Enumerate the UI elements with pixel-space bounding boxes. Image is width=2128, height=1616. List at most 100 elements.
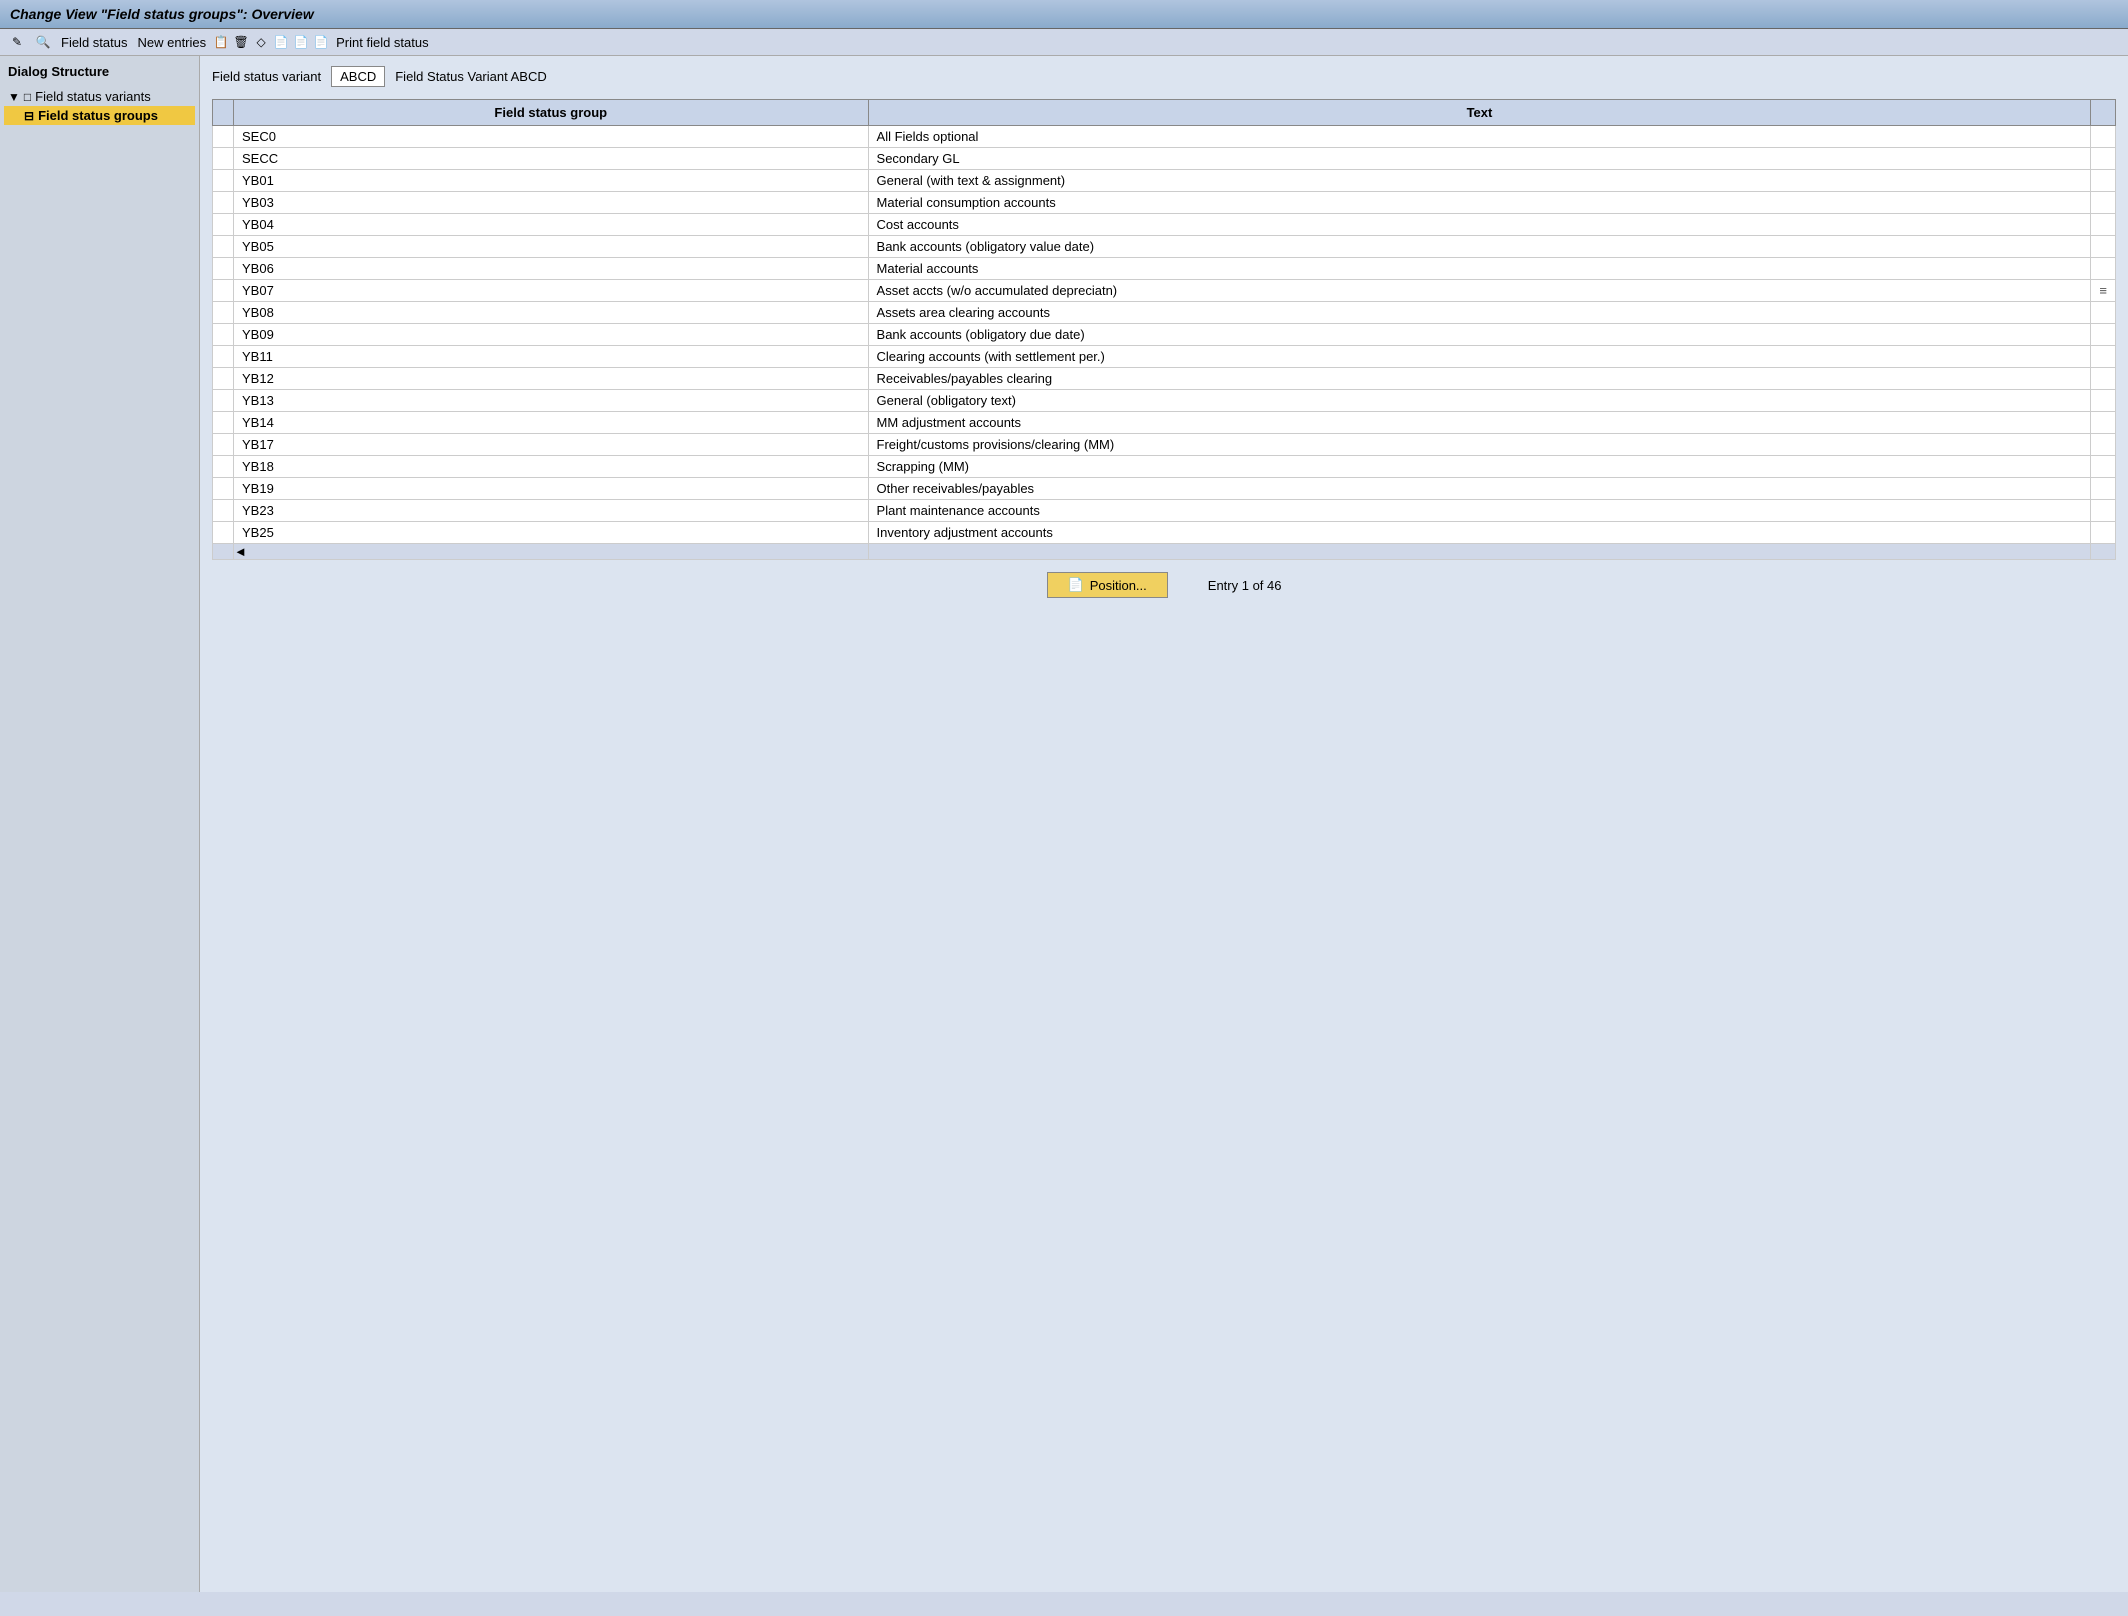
arrow-icon: ▼ [8, 90, 20, 104]
cell-group: YB08 [234, 302, 869, 324]
table-row[interactable]: YB18Scrapping (MM) [213, 456, 2116, 478]
cell-text: Secondary GL [868, 148, 2091, 170]
toolbar: ✎ 🔍 Field status New entries 📋 🗑 ◇ 📄 📄 📄… [0, 29, 2128, 56]
row-selector [213, 456, 234, 478]
folder-open-icon: ⊟ [24, 109, 34, 123]
sidebar-title: Dialog Structure [4, 62, 195, 81]
table-row[interactable]: YB08Assets area clearing accounts [213, 302, 2116, 324]
table-row[interactable]: YB23Plant maintenance accounts [213, 500, 2116, 522]
edit-icon: ✎ [9, 34, 25, 50]
cell-group: YB04 [234, 214, 869, 236]
table-row[interactable]: YB19Other receivables/payables [213, 478, 2116, 500]
table-row[interactable]: YB09Bank accounts (obligatory due date) [213, 324, 2116, 346]
entry-info: Entry 1 of 46 [1208, 578, 1282, 593]
folder-icon: □ [24, 90, 31, 104]
search-toolbar-btn[interactable]: 🔍 [32, 33, 54, 51]
diamond-icon[interactable]: ◇ [253, 34, 269, 50]
table-row[interactable]: YB06Material accounts [213, 258, 2116, 280]
row-selector [213, 368, 234, 390]
table-row[interactable]: SEC0All Fields optional [213, 126, 2116, 148]
cell-text: General (with text & assignment) [868, 170, 2091, 192]
table-row[interactable]: YB13General (obligatory text) [213, 390, 2116, 412]
scroll-col [2091, 434, 2116, 456]
cell-text: Cost accounts [868, 214, 2091, 236]
field-status-table: Field status group Text SEC0All Fields o… [212, 99, 2116, 560]
new-entries-btn[interactable]: New entries [134, 34, 209, 51]
row-selector [213, 324, 234, 346]
table-row[interactable]: YB11Clearing accounts (with settlement p… [213, 346, 2116, 368]
scroll-col [2091, 214, 2116, 236]
delete-icon[interactable]: 🗑 [233, 34, 249, 50]
title-bar: Change View "Field status groups": Overv… [0, 0, 2128, 29]
doc1-icon[interactable]: 📄 [273, 34, 289, 50]
hscroll-arrow[interactable]: ◄ [234, 544, 869, 560]
copy-icon[interactable]: 📋 [213, 34, 229, 50]
position-label: Position... [1090, 578, 1147, 593]
print-btn[interactable]: Print field status [333, 34, 432, 51]
cell-group: YB19 [234, 478, 869, 500]
print-label: Print field status [336, 35, 429, 50]
variant-description: Field Status Variant ABCD [395, 69, 547, 84]
table-row[interactable]: YB17Freight/customs provisions/clearing … [213, 434, 2116, 456]
variant-value: ABCD [331, 66, 385, 87]
col-header-text: Text [868, 100, 2091, 126]
cell-group: SECC [234, 148, 869, 170]
scroll-col [2091, 236, 2116, 258]
scroll-col [2091, 456, 2116, 478]
table-row[interactable]: YB03Material consumption accounts [213, 192, 2116, 214]
doc2-icon[interactable]: 📄 [293, 34, 309, 50]
doc3-icon[interactable]: 📄 [313, 34, 329, 50]
table-row[interactable]: YB12Receivables/payables clearing [213, 368, 2116, 390]
field-status-btn[interactable]: Field status [58, 34, 130, 51]
cell-group: YB25 [234, 522, 869, 544]
table-row[interactable]: SECCSecondary GL [213, 148, 2116, 170]
hscroll-empty [868, 544, 2091, 560]
scroll-col [2091, 126, 2116, 148]
row-selector [213, 478, 234, 500]
sidebar-item-field-status-groups[interactable]: ⊟ Field status groups [4, 106, 195, 125]
new-entries-label: New entries [137, 35, 206, 50]
row-selector [213, 302, 234, 324]
scroll-col [2091, 412, 2116, 434]
row-selector [213, 148, 234, 170]
window-title: Change View "Field status groups": Overv… [10, 6, 314, 22]
row-selector [213, 434, 234, 456]
col-header-group: Field status group [234, 100, 869, 126]
position-button[interactable]: 📄 Position... [1047, 572, 1168, 598]
table-row[interactable]: YB04Cost accounts [213, 214, 2116, 236]
cell-group: YB11 [234, 346, 869, 368]
sidebar-item-field-status-variants[interactable]: ▼ □ Field status variants [4, 87, 195, 106]
scroll-col [2091, 390, 2116, 412]
cell-group: YB07 [234, 280, 869, 302]
main-container: Dialog Structure ▼ □ Field status varian… [0, 56, 2128, 1592]
row-selector [213, 258, 234, 280]
search-icon: 🔍 [35, 34, 51, 50]
cell-group: YB23 [234, 500, 869, 522]
cell-text: Bank accounts (obligatory value date) [868, 236, 2091, 258]
table-row[interactable]: YB14MM adjustment accounts [213, 412, 2116, 434]
scroll-col [2091, 522, 2116, 544]
sidebar: Dialog Structure ▼ □ Field status varian… [0, 56, 200, 1592]
cell-text: Freight/customs provisions/clearing (MM) [868, 434, 2091, 456]
cell-group: YB14 [234, 412, 869, 434]
table-row[interactable]: YB25Inventory adjustment accounts [213, 522, 2116, 544]
row-selector [213, 346, 234, 368]
table-row[interactable]: YB07Asset accts (w/o accumulated depreci… [213, 280, 2116, 302]
cell-text: Clearing accounts (with settlement per.) [868, 346, 2091, 368]
cell-group: YB13 [234, 390, 869, 412]
sidebar-label-groups: Field status groups [38, 108, 158, 123]
scroll-col [2091, 478, 2116, 500]
table-row[interactable]: YB05Bank accounts (obligatory value date… [213, 236, 2116, 258]
scroll-col [2091, 302, 2116, 324]
table-row[interactable]: YB01General (with text & assignment) [213, 170, 2116, 192]
position-icon: 📄 [1068, 577, 1084, 593]
cell-text: Plant maintenance accounts [868, 500, 2091, 522]
scroll-col [2091, 500, 2116, 522]
hscroll-col [2091, 544, 2116, 560]
scroll-col [2091, 324, 2116, 346]
cell-text: Material consumption accounts [868, 192, 2091, 214]
edit-toolbar-btn[interactable]: ✎ [6, 33, 28, 51]
row-selector [213, 170, 234, 192]
variant-label: Field status variant [212, 69, 321, 84]
scroll-col [2091, 192, 2116, 214]
